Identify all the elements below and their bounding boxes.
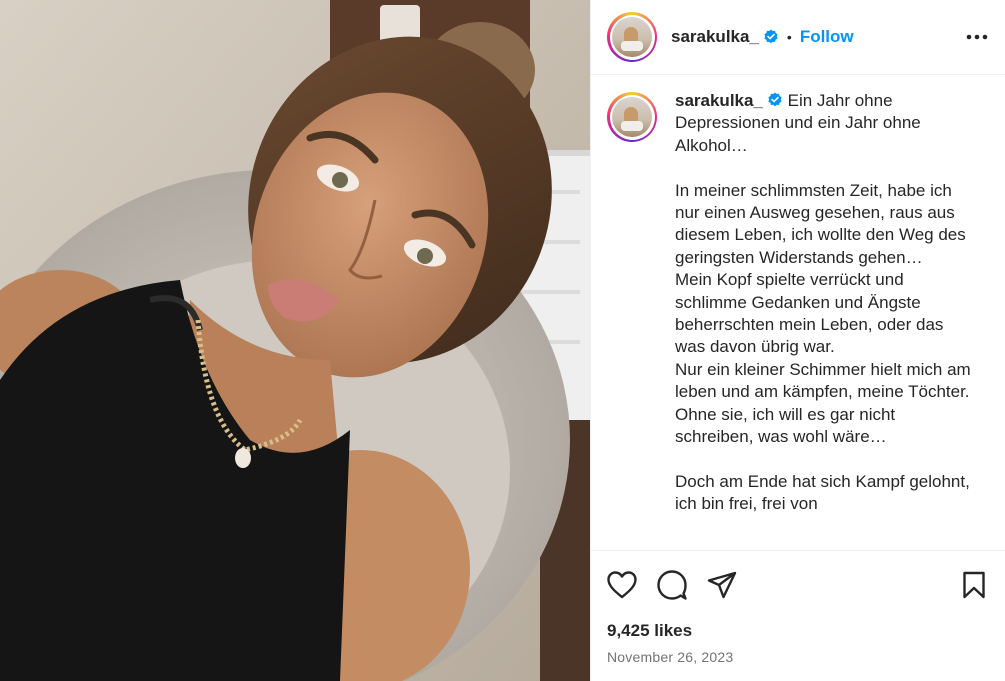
heart-icon[interactable]: [607, 570, 637, 600]
post-side-panel: sarakulka_ • Follow sarakulka_ Ein Jahr …: [590, 0, 1005, 681]
separator-dot: •: [786, 29, 792, 45]
share-icon[interactable]: [707, 570, 737, 600]
post-photo[interactable]: [0, 0, 590, 681]
selfie-image: [0, 0, 590, 681]
post-actions: 9,425 likes November 26, 2023: [591, 550, 1005, 681]
post-header: sarakulka_ • Follow: [591, 0, 1005, 75]
verified-badge-icon: [764, 29, 778, 44]
caption-body: Ein Jahr ohne Depressionen und ein Jahr …: [675, 91, 971, 514]
post-date[interactable]: November 26, 2023: [607, 649, 989, 665]
caption-row: sarakulka_ Ein Jahr ohne Depressionen un…: [607, 90, 989, 516]
likes-count[interactable]: 9,425 likes: [607, 621, 989, 641]
profile-username[interactable]: sarakulka_: [671, 27, 759, 47]
avatar-image: [612, 97, 652, 137]
action-icon-row: [607, 551, 989, 619]
more-options-icon[interactable]: [965, 25, 989, 49]
bookmark-icon[interactable]: [959, 570, 989, 600]
follow-button[interactable]: Follow: [800, 27, 854, 47]
caption-avatar[interactable]: [607, 92, 657, 142]
caption-text-block: sarakulka_ Ein Jahr ohne Depressionen un…: [675, 90, 975, 516]
verified-badge-icon: [768, 92, 782, 107]
profile-avatar[interactable]: [607, 12, 657, 62]
avatar-image: [612, 17, 652, 57]
caption-username[interactable]: sarakulka_: [675, 91, 763, 110]
comment-icon[interactable]: [657, 570, 687, 600]
caption-scroll-area[interactable]: sarakulka_ Ein Jahr ohne Depressionen un…: [591, 76, 1005, 550]
